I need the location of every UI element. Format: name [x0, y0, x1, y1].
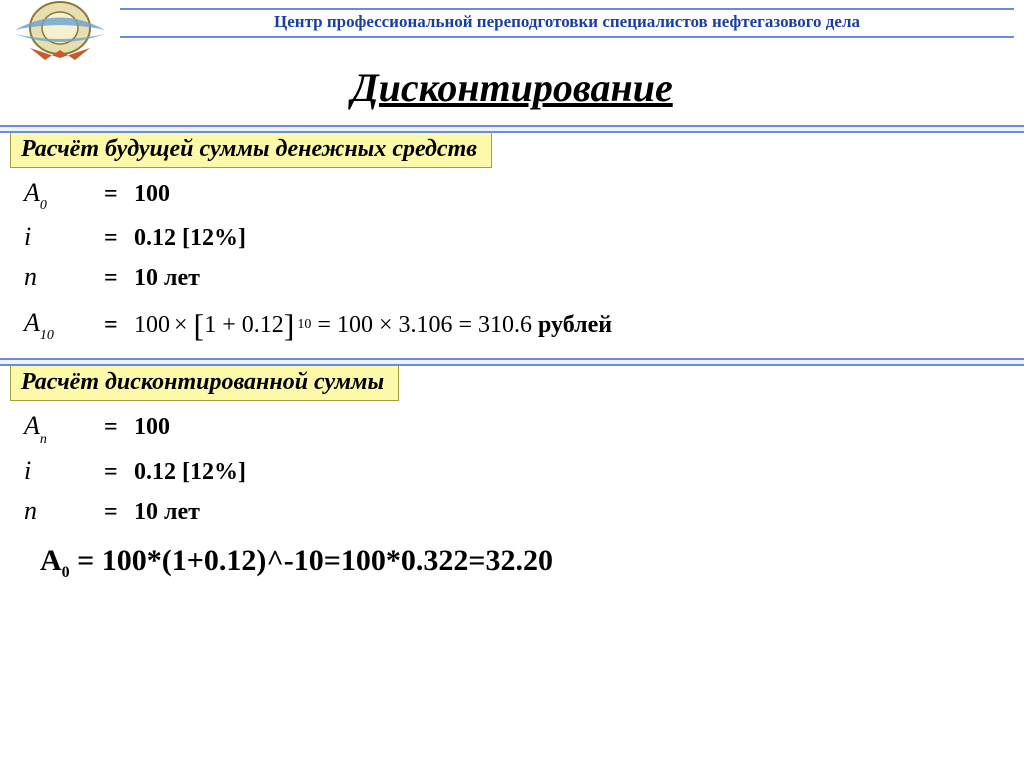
var-an-sub: n: [40, 432, 47, 447]
formula-exponent: 10: [297, 317, 311, 333]
page-title: Дисконтирование: [0, 64, 1024, 111]
right-bracket-icon: ]: [284, 313, 295, 337]
val-n2: 10 лет: [134, 499, 200, 526]
header: Центр профессиональной переподготовки сп…: [0, 0, 1024, 60]
final-var-sub: 0: [62, 564, 70, 581]
row-i: i = 0.12 [12%]: [10, 222, 1014, 252]
final-expression: = 100*(1+0.12)^-10=100*0.322=32.20: [70, 544, 553, 577]
header-rule-top: [120, 8, 1014, 10]
section1-rows: A0 = 100 i = 0.12 [12%] n = 10 лет A10 =: [10, 178, 1014, 342]
eq-sign: =: [104, 312, 134, 339]
val-a0: 100: [134, 181, 170, 208]
section1-label: Расчёт будущей суммы денежных средств: [10, 131, 492, 168]
val-an: 100: [134, 414, 170, 441]
var-n: n: [10, 262, 104, 292]
left-bracket-icon: [: [194, 313, 205, 337]
eq-sign: =: [104, 265, 134, 292]
var-a0: A0: [10, 178, 104, 212]
formula-result: = 100 × 3.106 = 310.6: [317, 312, 532, 339]
row-i2: i = 0.12 [12%]: [10, 456, 1014, 486]
eq-sign: =: [104, 499, 134, 526]
var-a10: A10: [10, 308, 104, 342]
row-n2: n = 10 лет: [10, 496, 1014, 526]
logo-emblem: [10, 0, 110, 70]
eq-sign: =: [104, 459, 134, 486]
row-n: n = 10 лет: [10, 262, 1014, 292]
var-a10-sub: 10: [40, 328, 54, 343]
var-i2: i: [10, 456, 104, 486]
eq-sign: =: [104, 181, 134, 208]
content: Расчёт будущей суммы денежных средств A0…: [0, 119, 1024, 582]
section2-rows: An = 100 i = 0.12 [12%] n = 10 лет: [10, 411, 1014, 525]
formula-inner: 1 + 0.12: [204, 312, 284, 339]
val-n: 10 лет: [134, 265, 200, 292]
var-n2: n: [10, 496, 104, 526]
var-a0-letter: A: [24, 178, 40, 207]
var-a10-letter: A: [24, 308, 40, 337]
currency-label: рублей: [538, 312, 612, 339]
row-a0: A0 = 100: [10, 178, 1014, 212]
header-title: Центр профессиональной переподготовки сп…: [120, 12, 1014, 32]
val-i: 0.12 [12%]: [134, 225, 246, 252]
final-var-letter: A: [40, 544, 62, 577]
var-i: i: [10, 222, 104, 252]
formula-a10: 100 × [ 1 + 0.12 ] 10 = 100 × 3.106 = 31…: [134, 312, 532, 339]
row-a10: A10 = 100 × [ 1 + 0.12 ] 10 = 100 × 3.10…: [10, 308, 1014, 342]
header-rule-bottom: [120, 36, 1014, 38]
var-an-letter: A: [24, 411, 40, 440]
mult-sign-icon: ×: [174, 312, 188, 339]
var-a0-sub: 0: [40, 198, 47, 213]
formula-lead: 100: [134, 312, 170, 339]
val-i2: 0.12 [12%]: [134, 459, 246, 486]
eq-sign: =: [104, 414, 134, 441]
section-divider-1: [10, 119, 1014, 133]
section-divider-2: [10, 352, 1014, 366]
slide: Центр профессиональной переподготовки сп…: [0, 0, 1024, 767]
bracket-expression: [ 1 + 0.12 ]: [194, 312, 295, 339]
eq-sign: =: [104, 225, 134, 252]
row-an: An = 100: [10, 411, 1014, 445]
section2-label: Расчёт дисконтированной суммы: [10, 364, 399, 401]
var-an: An: [10, 411, 104, 445]
final-formula: A0 = 100*(1+0.12)^-10=100*0.322=32.20: [10, 544, 1014, 582]
